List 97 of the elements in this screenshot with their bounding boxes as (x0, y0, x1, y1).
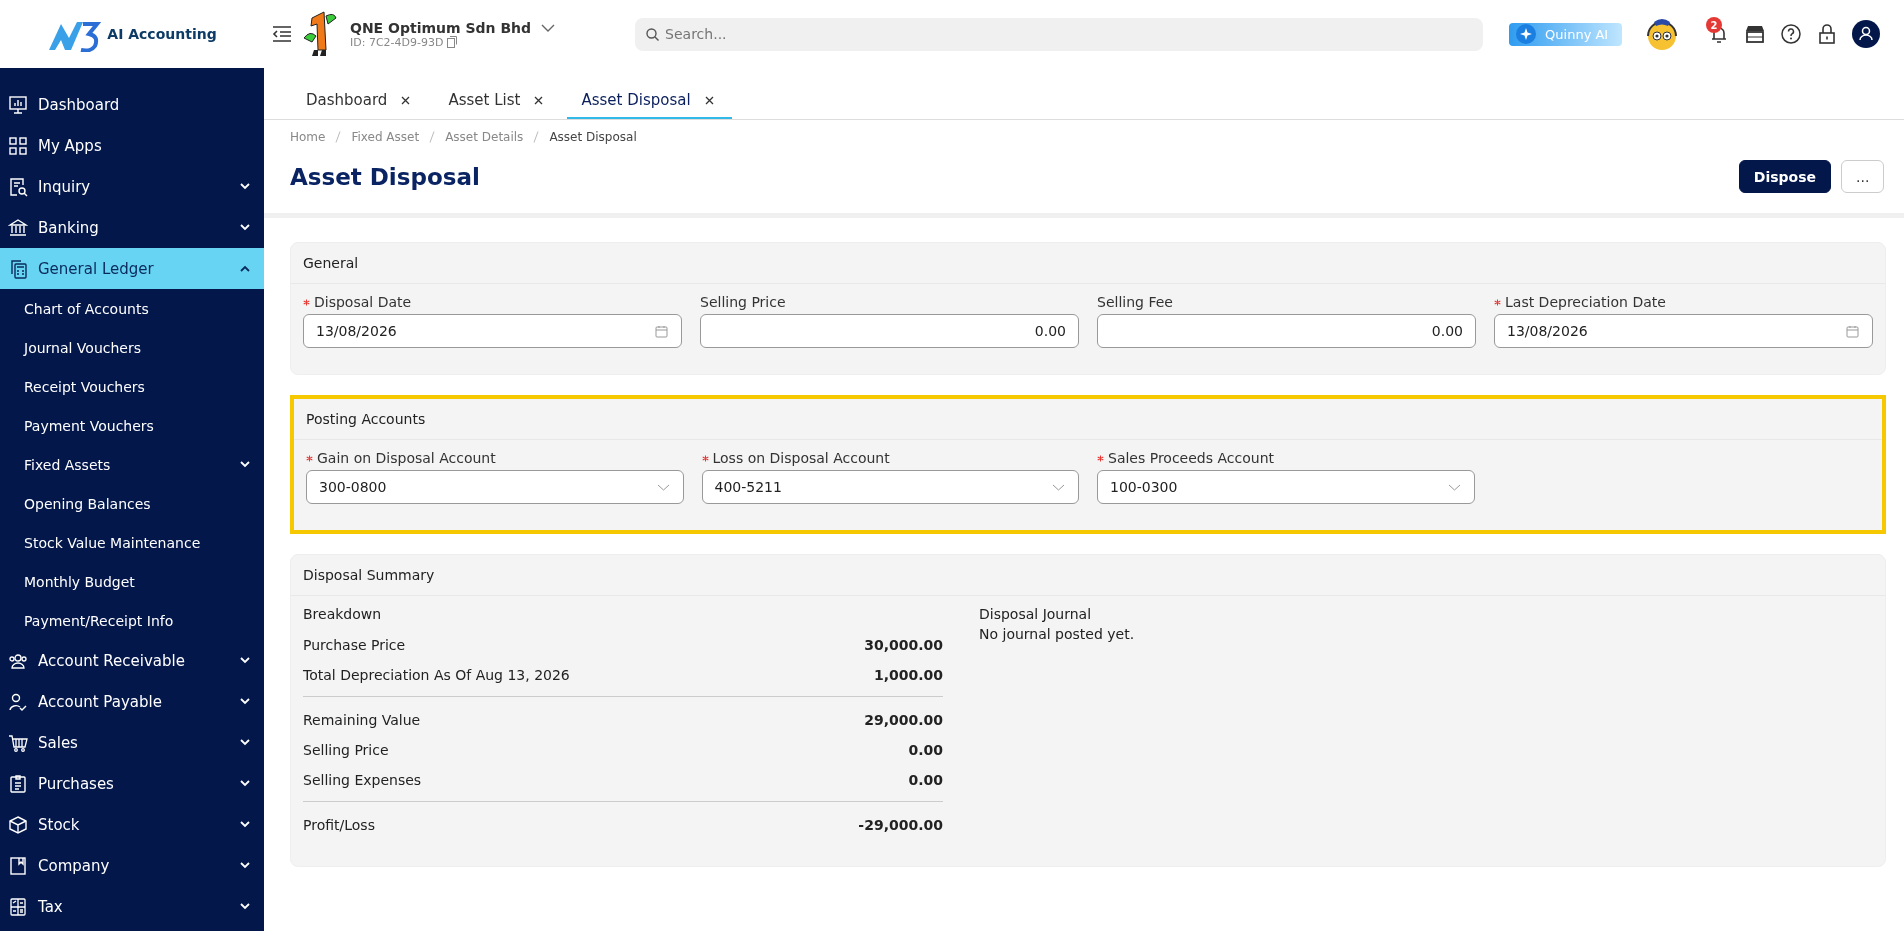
summary-value: 0.00 (908, 742, 943, 758)
sidebar-subitem[interactable]: Stock Value Maintenance (0, 523, 264, 562)
calendar-icon (655, 325, 668, 338)
sidebar-item[interactable]: Sales (0, 722, 264, 763)
dropdown-field[interactable]: 400-5211 (701, 470, 1079, 504)
sidebar-subitem[interactable]: Fixed Assets (0, 445, 264, 484)
field-label: Loss on Disposal Account (712, 450, 890, 466)
sidebar-item[interactable]: My Apps (0, 125, 264, 166)
copy-icon[interactable] (447, 36, 458, 48)
date-field[interactable]: 13/08/2026 (303, 314, 682, 348)
slash-separator-icon (335, 131, 342, 143)
cube-icon (8, 814, 28, 835)
summary-value: 29,000.00 (864, 712, 943, 728)
field-label: Sales Proceeds Account (1108, 450, 1274, 466)
search-field[interactable]: Search... (635, 17, 1484, 51)
field-label: Gain on Disposal Account (317, 450, 496, 466)
sidebar-subitem[interactable]: Payment Vouchers (0, 406, 264, 445)
summary-label: Remaining Value (303, 712, 421, 728)
section-title: General (291, 243, 1885, 284)
summary-value: 1,000.00 (873, 667, 943, 683)
tax-table-icon (8, 896, 28, 917)
slash-separator-icon (429, 131, 436, 143)
dispose-button[interactable]: Dispose (1738, 160, 1831, 193)
sidebar-subitem[interactable]: Payment/Receipt Info (0, 601, 264, 640)
field-label: Last Depreciation Date (1505, 294, 1666, 310)
page-title: Asset Disposal (290, 163, 481, 190)
sparkle-icon (1515, 23, 1538, 45)
logo-text: AI Accounting (107, 26, 217, 42)
summary-label: Purchase Price (303, 637, 406, 653)
sidebar-subitem[interactable]: Journal Vouchers (0, 328, 264, 367)
clipboard-list-icon (8, 773, 28, 794)
journal-message: No journal posted yet. (979, 626, 1135, 642)
chevron-icon[interactable] (240, 265, 250, 272)
dropdown-field[interactable]: 100-0300 (1097, 470, 1475, 504)
breadcrumb-link[interactable]: Fixed Asset (351, 130, 420, 144)
user-avatar-icon[interactable] (1852, 20, 1880, 48)
document-search-icon (8, 176, 28, 197)
sidebar-item[interactable]: Account Receivable (0, 640, 264, 681)
sidebar-subitem[interactable]: Monthly Budget (0, 562, 264, 601)
sidebar-item[interactable]: Purchases (0, 763, 264, 804)
breadcrumb-link[interactable]: Asset Details (445, 130, 524, 144)
sidebar-item[interactable]: Inquiry (0, 166, 264, 207)
breadcrumb-current: Asset Disposal (549, 130, 637, 144)
notification-badge: 2 (1706, 17, 1722, 33)
person-check-icon (8, 691, 28, 712)
number-field[interactable]: 0.00 (700, 314, 1079, 348)
summary-label: Profit/Loss (303, 817, 375, 833)
field-label: Selling Fee (1097, 294, 1173, 310)
close-icon[interactable] (704, 95, 714, 105)
section-title: Posting Accounts (294, 399, 1882, 440)
summary-label: Selling Expenses (303, 772, 422, 788)
calculator-icon (8, 258, 28, 279)
field-label: Disposal Date (314, 294, 412, 310)
more-button[interactable]: ... (1841, 160, 1884, 193)
close-icon[interactable] (534, 95, 544, 105)
summary-value: 0.00 (908, 772, 943, 788)
sidebar-item[interactable]: Dashboard (0, 84, 264, 125)
summary-value: -29,000.00 (858, 817, 943, 833)
summary-label: Total Depreciation As Of Aug 13, 2026 (303, 667, 570, 683)
menu-icon[interactable] (272, 25, 292, 43)
tab[interactable]: Asset List (434, 83, 562, 119)
tab[interactable]: Asset Disposal (567, 83, 732, 119)
bank-icon (8, 217, 28, 238)
shopping-cart-icon (8, 732, 28, 753)
dropdown-field[interactable]: 300-0800 (306, 470, 684, 504)
presentation-board-icon (8, 94, 28, 115)
store-icon[interactable] (1744, 23, 1766, 45)
sidebar-item[interactable]: Company (0, 845, 264, 886)
number-field[interactable]: 0.00 (1097, 314, 1476, 348)
summary-value: 30,000.00 (864, 637, 943, 653)
sidebar-subitem[interactable]: Opening Balances (0, 484, 264, 523)
breadcrumb-link[interactable]: Home (290, 130, 326, 144)
help-icon[interactable] (1780, 23, 1802, 45)
company-name: QNE Optimum Sdn Bhd (350, 19, 532, 36)
sidebar-item[interactable]: General Ledger (0, 248, 264, 289)
bookmark-book-icon (8, 855, 28, 876)
sidebar-item[interactable]: Stock (0, 804, 264, 845)
caret-icon[interactable] (541, 22, 556, 33)
tab[interactable]: Dashboard (292, 83, 429, 119)
date-field[interactable]: 13/08/2026 (1494, 314, 1873, 348)
calendar-icon (1846, 325, 1859, 338)
number-one-mascot-icon (302, 10, 338, 58)
sidebar-subitem[interactable]: Receipt Vouchers (0, 367, 264, 406)
slash-separator-icon (533, 131, 540, 143)
grid-icon (8, 135, 28, 156)
journal-heading: Disposal Journal (979, 606, 1093, 622)
summary-label: Selling Price (303, 742, 389, 758)
sidebar-item[interactable]: Account Payable (0, 681, 264, 722)
company-id: ID: 7C2-4D9-93D (350, 35, 444, 49)
sidebar-subitem[interactable]: Chart of Accounts (0, 289, 264, 328)
section-title: Disposal Summary (291, 555, 1885, 596)
field-label: Selling Price (700, 294, 786, 310)
breakdown-heading: Breakdown (303, 606, 383, 622)
close-icon[interactable] (401, 95, 411, 105)
sidebar-item[interactable]: Tax (0, 886, 264, 927)
lock-icon[interactable] (1816, 23, 1838, 45)
sidebar-item[interactable]: Banking (0, 207, 264, 248)
